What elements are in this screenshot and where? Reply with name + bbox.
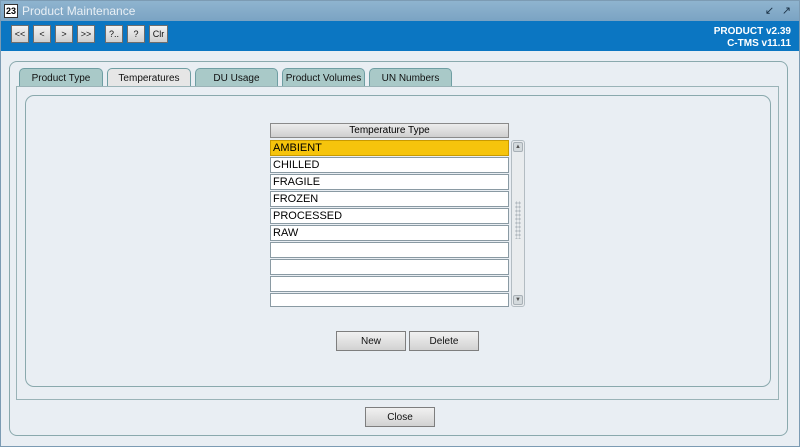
first-record-button[interactable]: << xyxy=(11,25,29,43)
grid-scrollbar[interactable]: ▲ ▼ xyxy=(511,140,525,307)
product-maintenance-window: 23 Product Maintenance ↙ ↗ << < > >> ?..… xyxy=(0,0,800,447)
next-record-button[interactable]: > xyxy=(55,25,73,43)
app-icon: 23 xyxy=(4,4,18,18)
query-button[interactable]: ?.. xyxy=(105,25,123,43)
new-button[interactable]: New xyxy=(336,331,406,351)
help-button[interactable]: ? xyxy=(127,25,145,43)
delete-button[interactable]: Delete xyxy=(409,331,479,351)
tab-product-volumes[interactable]: Product Volumes xyxy=(282,68,365,87)
tab-du-usage[interactable]: DU Usage xyxy=(195,68,278,87)
version-info: PRODUCT v2.39 C-TMS v11.11 xyxy=(714,26,791,50)
temperature-row[interactable] xyxy=(270,293,509,307)
previous-record-button[interactable]: < xyxy=(33,25,51,43)
tab-temperatures[interactable]: Temperatures xyxy=(107,68,191,88)
temperature-row[interactable] xyxy=(270,276,509,292)
close-button[interactable]: Close xyxy=(365,407,435,427)
temperature-type-header: Temperature Type xyxy=(270,123,509,138)
minimize-icon[interactable]: ↙ xyxy=(763,3,776,17)
temperature-row[interactable] xyxy=(270,259,509,275)
temperature-row[interactable]: RAW xyxy=(270,225,509,241)
tab-un-numbers[interactable]: UN Numbers xyxy=(369,68,452,87)
tab-product-type[interactable]: Product Type xyxy=(19,68,103,87)
toolbar: << < > >> ?.. ? Clr PRODUCT v2.39 C-TMS … xyxy=(1,21,799,51)
scroll-down-icon[interactable]: ▼ xyxy=(513,295,523,305)
temperature-row[interactable]: FRAGILE xyxy=(270,174,509,190)
ctms-version: C-TMS v11.11 xyxy=(727,38,791,49)
temperature-row[interactable]: CHILLED xyxy=(270,157,509,173)
temperature-row[interactable] xyxy=(270,242,509,258)
temperature-row[interactable]: AMBIENT xyxy=(270,140,509,156)
product-version: PRODUCT v2.39 xyxy=(713,26,791,37)
title-bar: 23 Product Maintenance ↙ ↗ xyxy=(1,1,799,21)
temperature-row[interactable]: PROCESSED xyxy=(270,208,509,224)
temperature-row[interactable]: FROZEN xyxy=(270,191,509,207)
clear-button[interactable]: Clr xyxy=(149,25,168,43)
scroll-up-icon[interactable]: ▲ xyxy=(513,142,523,152)
scroll-grip-icon[interactable] xyxy=(515,201,521,239)
window-title: Product Maintenance xyxy=(22,4,136,18)
window-controls: ↙ ↗ xyxy=(763,3,793,17)
maximize-icon[interactable]: ↗ xyxy=(780,3,793,17)
last-record-button[interactable]: >> xyxy=(77,25,95,43)
